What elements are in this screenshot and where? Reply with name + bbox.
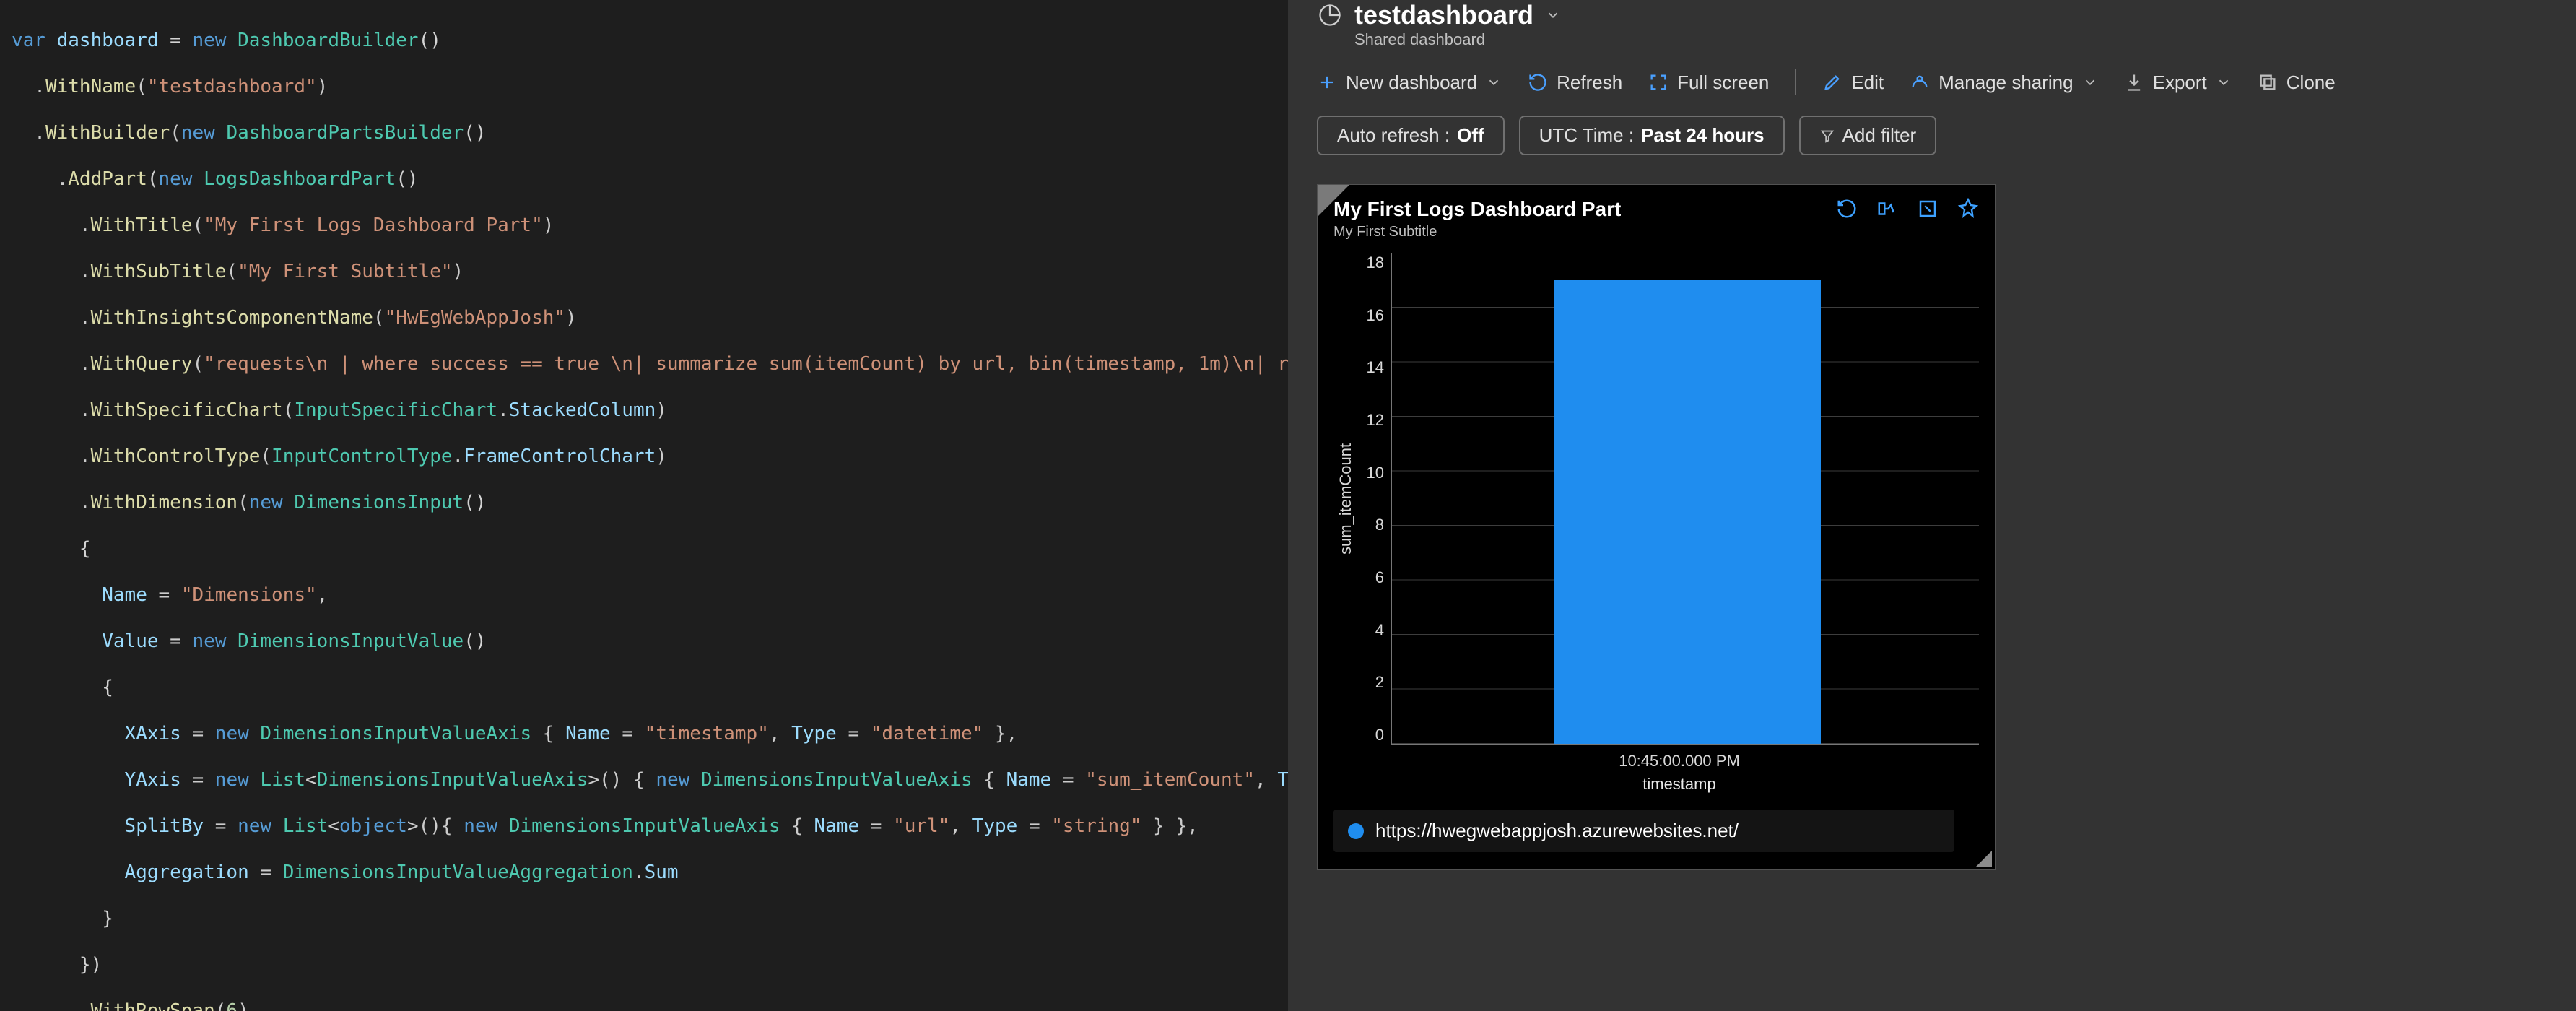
y-tick: 16: [1358, 306, 1384, 325]
share-icon: [1910, 72, 1930, 92]
y-tick: 10: [1358, 464, 1384, 482]
tile-logs-icon[interactable]: [1876, 198, 1898, 220]
download-icon: [2124, 72, 2144, 92]
call-withdimension: WithDimension: [91, 492, 238, 513]
chart-legend[interactable]: https://hwegwebappjosh.azurewebsites.net…: [1333, 810, 1954, 852]
x-tick-label: 10:45:00.000 PM: [1380, 752, 1979, 771]
ident-dashboard: dashboard: [57, 30, 159, 51]
refresh-button[interactable]: Refresh: [1528, 71, 1622, 94]
y-axis-label: sum_itemCount: [1333, 253, 1358, 745]
tile-pin-icon[interactable]: [1957, 198, 1979, 220]
call-withinsights: WithInsightsComponentName: [91, 307, 373, 329]
y-tick: 6: [1358, 568, 1384, 587]
legend-label: https://hwegwebappjosh.azurewebsites.net…: [1375, 820, 1739, 842]
add-filter-pill[interactable]: Add filter: [1799, 116, 1937, 155]
edit-icon: [1822, 72, 1842, 92]
call-withquery: WithQuery: [91, 353, 193, 375]
y-tick: 0: [1358, 726, 1384, 745]
code-editor[interactable]: var dashboard = new DashboardBuilder() .…: [0, 0, 1288, 1011]
refresh-icon: [1528, 72, 1548, 92]
new-dashboard-label: New dashboard: [1346, 71, 1477, 94]
chart-plot-area: [1391, 253, 1979, 745]
call-withname: WithName: [45, 76, 136, 97]
utc-label: UTC Time :: [1539, 124, 1634, 147]
chart-tile[interactable]: My First Logs Dashboard Part My First Su…: [1317, 184, 1996, 870]
filter-icon: [1819, 128, 1835, 144]
fullscreen-button[interactable]: Full screen: [1648, 71, 1769, 94]
type-dashboardbuilder: DashboardBuilder: [238, 30, 418, 51]
fullscreen-icon: [1648, 72, 1668, 92]
legend-color-swatch: [1348, 823, 1364, 839]
tile-toolbar: [1836, 198, 1979, 220]
utc-value: Past 24 hours: [1641, 124, 1765, 147]
toolbar-divider: [1795, 69, 1796, 95]
call-withcontroltype: WithControlType: [91, 446, 261, 467]
time-range-pill[interactable]: UTC Time : Past 24 hours: [1519, 116, 1785, 155]
filter-bar: Auto refresh : Off UTC Time : Past 24 ho…: [1317, 116, 2547, 155]
tile-refresh-icon[interactable]: [1836, 198, 1858, 220]
kw-new: new: [192, 30, 226, 51]
x-axis-label: timestamp: [1380, 775, 1979, 794]
dashboard-header: testdashboard Shared dashboard: [1317, 0, 2547, 49]
clone-button[interactable]: Clone: [2258, 71, 2336, 94]
auto-refresh-label: Auto refresh :: [1337, 124, 1450, 147]
edit-button[interactable]: Edit: [1822, 71, 1884, 94]
command-bar: New dashboard Refresh Full screen Edit M…: [1317, 69, 2547, 95]
add-filter-label: Add filter: [1842, 124, 1917, 147]
call-withtitle: WithTitle: [91, 214, 193, 236]
tile-expand-icon[interactable]: [1917, 198, 1938, 220]
y-tick: 14: [1358, 358, 1384, 377]
tile-drag-corner[interactable]: [1318, 185, 1349, 217]
auto-refresh-pill[interactable]: Auto refresh : Off: [1317, 116, 1505, 155]
clone-label: Clone: [2286, 71, 2336, 94]
manage-sharing-button[interactable]: Manage sharing: [1910, 71, 2097, 94]
call-withspecificchart: WithSpecificChart: [91, 399, 283, 421]
chevron-down-icon[interactable]: [1545, 7, 1561, 23]
y-tick: 4: [1358, 621, 1384, 640]
y-tick: 2: [1358, 673, 1384, 692]
x-axis: 10:45:00.000 PM timestamp: [1380, 752, 1979, 794]
dashboard-icon: [1317, 2, 1343, 28]
chevron-down-icon: [2216, 74, 2232, 90]
call-withbuilder: WithBuilder: [45, 122, 170, 144]
auto-refresh-value: Off: [1457, 124, 1484, 147]
chevron-down-icon: [2082, 74, 2098, 90]
refresh-label: Refresh: [1557, 71, 1622, 94]
call-withsubtitle: WithSubTitle: [91, 261, 227, 282]
export-label: Export: [2153, 71, 2207, 94]
dashboard-subtitle: Shared dashboard: [1354, 30, 2547, 49]
call-withrowspan: WithRowSpan: [91, 1000, 215, 1011]
tile-subtitle: My First Subtitle: [1333, 224, 1979, 240]
manage-sharing-label: Manage sharing: [1938, 71, 2073, 94]
tile-resize-handle[interactable]: [1976, 851, 1992, 867]
chart-body: sum_itemCount 18 16 14 12 10 8 6 4 2 0: [1333, 253, 1979, 745]
y-tick: 8: [1358, 516, 1384, 534]
y-axis-ticks: 18 16 14 12 10 8 6 4 2 0: [1358, 253, 1391, 745]
chart-bar[interactable]: [1554, 280, 1821, 744]
y-tick: 18: [1358, 253, 1384, 272]
call-addpart: AddPart: [68, 168, 147, 190]
portal-pane: testdashboard Shared dashboard New dashb…: [1288, 0, 2576, 1011]
kw-var: var: [12, 30, 45, 51]
chevron-down-icon: [1486, 74, 1502, 90]
dashboard-title: testdashboard: [1354, 0, 1533, 30]
new-dashboard-button[interactable]: New dashboard: [1317, 71, 1502, 94]
y-tick: 12: [1358, 411, 1384, 430]
clone-icon: [2258, 72, 2278, 92]
edit-label: Edit: [1851, 71, 1884, 94]
plus-icon: [1317, 72, 1337, 92]
export-button[interactable]: Export: [2124, 71, 2232, 94]
fullscreen-label: Full screen: [1677, 71, 1769, 94]
